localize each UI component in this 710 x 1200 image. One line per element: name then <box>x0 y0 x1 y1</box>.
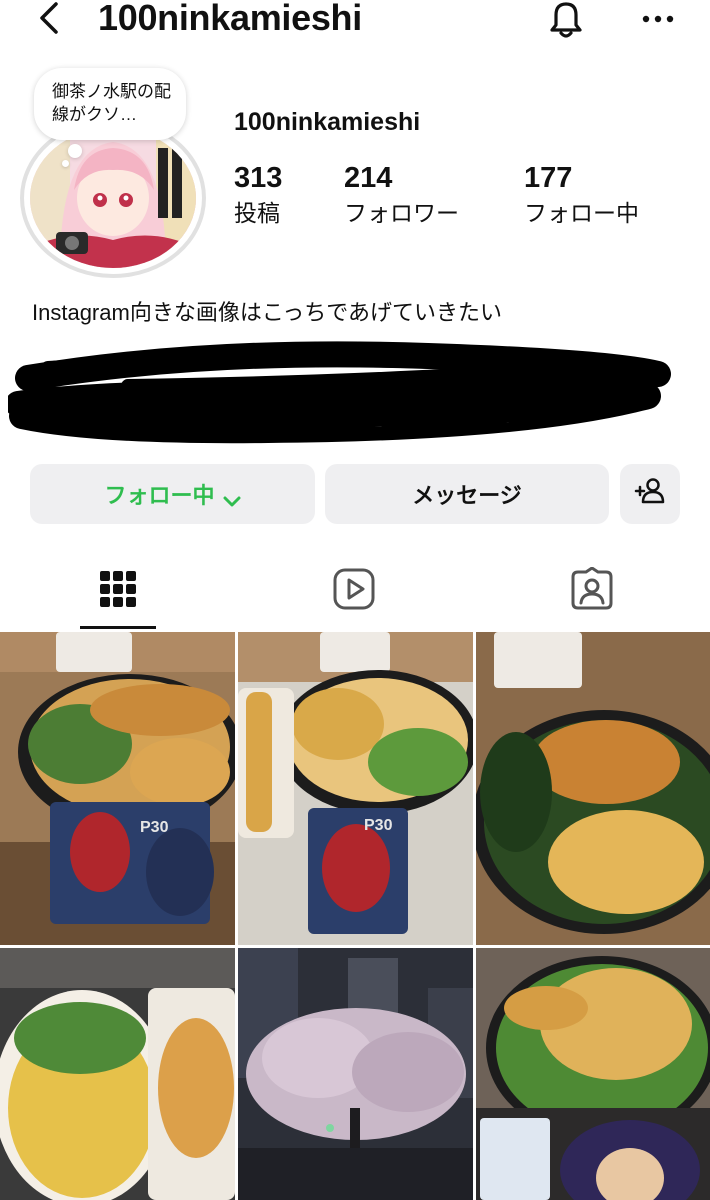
post-thumbnail-udon-4[interactable] <box>0 948 235 1200</box>
post-thumbnail-udon-5[interactable] <box>476 948 710 1200</box>
add-user-button[interactable] <box>620 464 680 524</box>
post-thumbnail-udon-3[interactable] <box>476 632 710 945</box>
active-tab-indicator <box>80 626 156 629</box>
message-button-label: メッセージ <box>412 483 522 508</box>
profile-tabs <box>0 556 710 630</box>
tagged-icon <box>570 566 614 616</box>
profile-avatar[interactable] <box>20 118 206 278</box>
stat-following-label: フォロー中 <box>524 200 639 226</box>
note-bubble-tail <box>68 144 82 158</box>
chevron-down-icon <box>223 488 241 507</box>
post-thumbnail-cherry-blossom[interactable] <box>238 948 473 1200</box>
profile-name: 100ninkamieshi <box>234 108 421 136</box>
card-label-2: P30 <box>364 817 393 834</box>
stat-followers-label: フォロワー <box>344 200 459 226</box>
redaction-scribble <box>5 338 678 446</box>
grid-icon <box>99 570 137 613</box>
stat-following-value: 177 <box>524 162 573 194</box>
tab-posts-grid[interactable] <box>78 556 158 626</box>
bell-icon[interactable] <box>544 0 588 40</box>
post-thumbnail-udon-2[interactable]: P30 <box>238 632 473 945</box>
reels-icon <box>332 567 376 616</box>
following-button[interactable]: フォロー中 <box>30 464 315 524</box>
more-icon[interactable] <box>638 4 678 34</box>
stat-posts-label: 投稿 <box>234 200 280 226</box>
stat-posts[interactable]: 313 投稿 <box>234 160 282 230</box>
tab-tagged[interactable] <box>552 556 632 626</box>
following-button-label: フォロー中 <box>104 483 215 508</box>
avatar-image <box>30 128 196 268</box>
note-bubble[interactable]: 御茶ノ水駅の配線がクソ… <box>34 68 186 140</box>
message-button[interactable]: メッセージ <box>325 464 609 524</box>
top-bar: 100ninkamieshi <box>0 0 710 44</box>
note-text: 御茶ノ水駅の配線がクソ… <box>52 82 171 124</box>
note-bubble-tail-small <box>62 160 69 167</box>
post-thumbnail-udon-1[interactable]: P30 <box>0 632 235 945</box>
profile-bio: Instagram向きな画像はこっちであげていきたい <box>32 300 503 325</box>
add-user-icon <box>634 477 666 511</box>
back-icon[interactable] <box>30 0 70 40</box>
stat-followers[interactable]: 214 フォロワー <box>344 160 459 230</box>
card-label-1: P30 <box>140 819 169 836</box>
stat-posts-value: 313 <box>234 162 283 194</box>
tab-reels[interactable] <box>314 556 394 626</box>
stat-followers-value: 214 <box>344 162 393 194</box>
stat-following[interactable]: 177 フォロー中 <box>524 160 639 230</box>
header-username: 100ninkamieshi <box>98 0 362 38</box>
